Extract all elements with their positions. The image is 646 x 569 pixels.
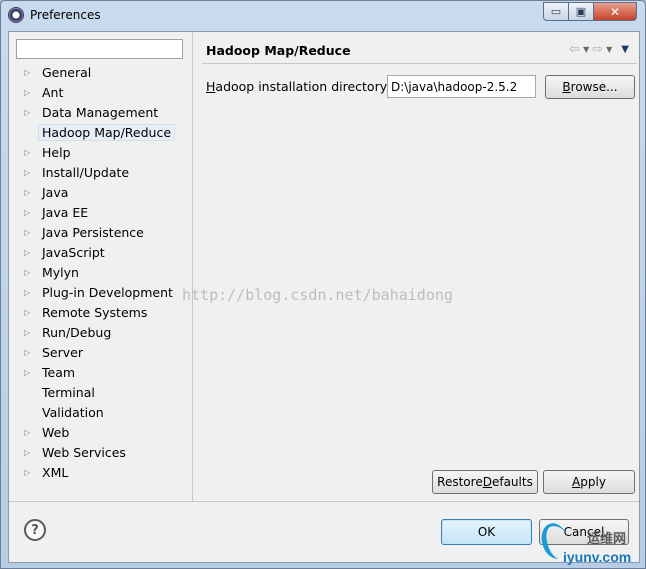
tree-item-label: Java bbox=[42, 185, 69, 200]
expand-arrow-icon[interactable]: ▷ bbox=[24, 248, 34, 258]
expand-arrow-icon[interactable]: ▷ bbox=[24, 88, 34, 98]
tree-item-label: Team bbox=[42, 365, 76, 380]
maximize-icon: ▣ bbox=[575, 5, 587, 18]
tree-item-label: Server bbox=[42, 345, 83, 360]
tree-item[interactable]: ▷ Team bbox=[9, 363, 193, 383]
header-divider bbox=[202, 63, 637, 64]
expand-arrow-icon[interactable]: ▷ bbox=[24, 328, 34, 338]
tree-item-label: Remote Systems bbox=[42, 305, 148, 320]
tree-item-label: Ant bbox=[42, 85, 64, 100]
tree-item[interactable]: ▷ Run/Debug bbox=[9, 323, 193, 343]
tree-item[interactable]: ▷ Data Management bbox=[9, 103, 193, 123]
forward-arrow-icon[interactable]: ⇨ bbox=[592, 42, 603, 57]
tree-item-label: Install/Update bbox=[42, 165, 130, 180]
tree-item[interactable]: ▷ Remote Systems bbox=[9, 303, 193, 323]
tree-item-label: Terminal bbox=[42, 385, 95, 400]
expand-arrow-icon[interactable]: ▷ bbox=[24, 468, 34, 478]
tree-item[interactable]: ▷ Java EE bbox=[9, 203, 193, 223]
expand-arrow-icon[interactable]: ▷ bbox=[24, 168, 34, 178]
minimize-button[interactable]: ▭ bbox=[543, 2, 569, 21]
tree-item[interactable]: ▷ Help bbox=[9, 143, 193, 163]
cancel-button[interactable]: Cancel bbox=[539, 519, 629, 545]
expand-arrow-icon[interactable]: ▷ bbox=[24, 188, 34, 198]
tree-item[interactable]: ▷ Install/Update bbox=[9, 163, 193, 183]
tree-item[interactable]: ▷ Web bbox=[9, 423, 193, 443]
hadoop-dir-input[interactable] bbox=[387, 75, 536, 98]
tree-item[interactable]: ▷ Server bbox=[9, 343, 193, 363]
filter-input[interactable] bbox=[16, 39, 183, 59]
expand-arrow-icon[interactable]: ▷ bbox=[24, 428, 34, 438]
expand-arrow-icon[interactable]: ▷ bbox=[24, 108, 34, 118]
page-title: Hadoop Map/Reduce bbox=[206, 43, 351, 58]
back-dropdown-icon[interactable]: ▼ bbox=[583, 45, 589, 54]
expand-arrow-icon[interactable]: ▷ bbox=[24, 448, 34, 458]
browse-button[interactable]: Browse... bbox=[545, 75, 635, 99]
tree-item[interactable]: ▷ Web Services bbox=[9, 443, 193, 463]
tree-item-label: Help bbox=[42, 145, 71, 160]
tree-item[interactable]: Terminal bbox=[9, 383, 193, 403]
ok-button[interactable]: OK bbox=[441, 519, 532, 545]
forward-dropdown-icon[interactable]: ▼ bbox=[606, 45, 612, 54]
back-arrow-icon[interactable]: ⇦ bbox=[569, 42, 580, 57]
view-menu-icon[interactable]: ▼ bbox=[621, 44, 629, 55]
tree-item[interactable]: ▷ General bbox=[9, 63, 193, 83]
close-icon: ✕ bbox=[609, 4, 621, 19]
page-header: Hadoop Map/Reduce ⇦ ▼ ⇨ ▼ ▼ bbox=[193, 32, 639, 63]
tree-item-label: JavaScript bbox=[42, 245, 105, 260]
expand-arrow-icon[interactable]: ▷ bbox=[24, 308, 34, 318]
hadoop-dir-label: Hadoop installation directory: bbox=[206, 79, 391, 94]
tree-item[interactable]: ▷ XML bbox=[9, 463, 193, 483]
tree-item-label: Web bbox=[42, 425, 70, 440]
help-icon[interactable]: ? bbox=[24, 519, 46, 541]
tree-item[interactable]: ▷ Java Persistence bbox=[9, 223, 193, 243]
expand-arrow-icon[interactable]: ▷ bbox=[24, 228, 34, 238]
window-controls: ▭ ▣ ✕ bbox=[543, 2, 637, 21]
close-button[interactable]: ✕ bbox=[594, 2, 637, 21]
tree-item-label: Data Management bbox=[42, 105, 159, 120]
tree-item[interactable]: ▷ JavaScript bbox=[9, 243, 193, 263]
tree-item-label: Java EE bbox=[42, 205, 89, 220]
apply-button[interactable]: Apply bbox=[543, 470, 635, 494]
tree-item[interactable]: ▷ Java bbox=[9, 183, 193, 203]
restore-defaults-button[interactable]: Restore Defaults bbox=[432, 470, 538, 494]
expand-arrow-icon[interactable]: ▷ bbox=[24, 148, 34, 158]
minimize-icon: ▭ bbox=[550, 5, 562, 18]
expand-arrow-icon[interactable]: ▷ bbox=[24, 68, 34, 78]
preference-tree: ▷ General ▷ Ant ▷ Data Management Hadoop Map/R… bbox=[9, 63, 193, 501]
window-title: Preferences bbox=[30, 8, 101, 22]
tree-item-label: Validation bbox=[42, 405, 104, 420]
expand-arrow-icon[interactable]: ▷ bbox=[24, 268, 34, 278]
tree-item-label: Java Persistence bbox=[42, 225, 144, 240]
tree-item-label: General bbox=[42, 65, 92, 80]
tree-item[interactable]: Validation bbox=[9, 403, 193, 423]
title-bar[interactable]: Preferences ▭ ▣ ✕ bbox=[1, 1, 645, 31]
tree-item[interactable]: Hadoop Map/Reduce bbox=[9, 123, 193, 143]
tree-item-label: Run/Debug bbox=[42, 325, 112, 340]
maximize-button[interactable]: ▣ bbox=[569, 2, 594, 21]
expand-arrow-icon[interactable]: ▷ bbox=[24, 288, 34, 298]
page-navigation: ⇦ ▼ ⇨ ▼ ▼ bbox=[569, 42, 629, 57]
tree-item-label: Mylyn bbox=[42, 265, 79, 280]
tree-item-label: Plug-in Development bbox=[42, 285, 173, 300]
tree-item-label: Web Services bbox=[42, 445, 126, 460]
expand-arrow-icon[interactable]: ▷ bbox=[24, 348, 34, 358]
expand-arrow-icon[interactable]: ▷ bbox=[24, 368, 34, 378]
footer-divider bbox=[9, 501, 639, 502]
sash-divider[interactable] bbox=[192, 32, 193, 501]
dialog-client-area: ▷ General ▷ Ant ▷ Data Management Hadoop Map/R… bbox=[8, 31, 640, 563]
tree-item-label: Hadoop Map/Reduce bbox=[38, 124, 176, 141]
eclipse-app-icon bbox=[8, 7, 24, 23]
preferences-window: Preferences ▭ ▣ ✕ ▷ General ▷ Ant ▷ Data Mana… bbox=[0, 0, 646, 569]
tree-item-label: XML bbox=[42, 465, 69, 480]
expand-arrow-icon[interactable]: ▷ bbox=[24, 208, 34, 218]
tree-item[interactable]: ▷ Mylyn bbox=[9, 263, 193, 283]
tree-item[interactable]: ▷ Ant bbox=[9, 83, 193, 103]
tree-item[interactable]: ▷ Plug-in Development bbox=[9, 283, 193, 303]
